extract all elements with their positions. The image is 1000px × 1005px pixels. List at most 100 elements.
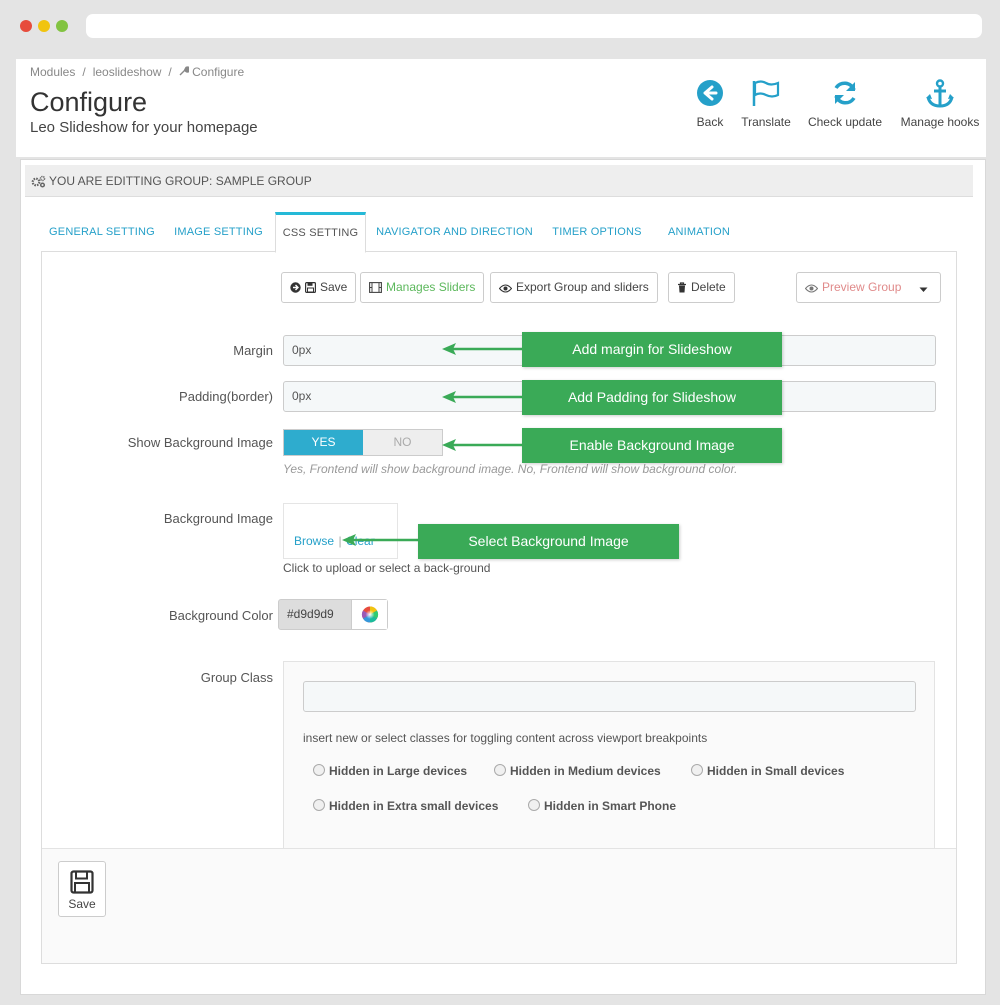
page-header: Modules / leoslideshow / Configure Configur… bbox=[16, 59, 986, 157]
callout-arrow-bg-select bbox=[342, 534, 420, 546]
breadcrumb: Modules / leoslideshow / Configure bbox=[30, 65, 245, 79]
tab-animation[interactable]: ANIMATION bbox=[653, 212, 745, 252]
anchor-icon bbox=[898, 79, 982, 109]
option-hidden-extra-small[interactable]: Hidden in Extra small devices bbox=[313, 799, 498, 813]
callout-margin: Add margin for Slideshow bbox=[522, 332, 782, 367]
footer-save-label: Save bbox=[68, 897, 96, 911]
group-heading-text: YOU ARE EDITTING GROUP: SAMPLE GROUP bbox=[49, 174, 312, 188]
flag-icon bbox=[738, 79, 794, 109]
check-update-button[interactable]: Check update bbox=[806, 79, 884, 129]
refresh-icon bbox=[806, 79, 884, 109]
group-class-help: insert new or select classes for togglin… bbox=[303, 731, 708, 745]
radio-circle[interactable] bbox=[691, 764, 703, 776]
breadcrumb-modules[interactable]: Modules bbox=[30, 65, 75, 79]
tab-general-setting[interactable]: GENERAL SETTING bbox=[41, 212, 163, 252]
option-hidden-small[interactable]: Hidden in Small devices bbox=[691, 764, 844, 778]
callout-bg-enable: Enable Background Image bbox=[522, 428, 782, 463]
translate-button[interactable]: Translate bbox=[738, 79, 794, 129]
manage-hooks-button[interactable]: Manage hooks bbox=[898, 79, 982, 129]
export-button[interactable]: Export Group and sliders bbox=[490, 272, 658, 303]
gears-icon bbox=[31, 174, 49, 188]
option-hidden-smart-phone[interactable]: Hidden in Smart Phone bbox=[528, 799, 676, 813]
arrow-left-circle-icon bbox=[692, 79, 728, 109]
radio-circle[interactable] bbox=[494, 764, 506, 776]
option-hidden-large[interactable]: Hidden in Large devices bbox=[313, 764, 467, 778]
option-label: Hidden in Small devices bbox=[707, 764, 845, 778]
callout-padding: Add Padding for Slideshow bbox=[522, 380, 782, 415]
group-class-box: insert new or select classes for togglin… bbox=[283, 661, 935, 852]
bg-image-label: Background Image bbox=[163, 511, 273, 526]
content-panel: YOU ARE EDITTING GROUP: SAMPLE GROUP GEN… bbox=[20, 159, 986, 995]
color-wheel-icon[interactable] bbox=[351, 600, 387, 629]
tab-timer-options[interactable]: TIMER OPTIONS bbox=[541, 212, 653, 252]
bg-color-value[interactable]: #d9d9d9 bbox=[279, 600, 351, 629]
switch-yes[interactable]: YES bbox=[284, 430, 363, 455]
css-setting-form: Save Manages Sliders Export Group and sl… bbox=[41, 252, 957, 964]
form-footer: Save bbox=[42, 848, 956, 963]
radio-circle[interactable] bbox=[313, 764, 325, 776]
padding-label: Padding(border) bbox=[179, 389, 273, 404]
group-class-input[interactable] bbox=[303, 681, 916, 712]
manage-hooks-label: Manage hooks bbox=[900, 115, 980, 129]
radio-circle[interactable] bbox=[313, 799, 325, 811]
back-button[interactable]: Back bbox=[692, 79, 728, 129]
bg-image-upload: Browse | Clear bbox=[283, 503, 398, 559]
option-label: Hidden in Large devices bbox=[329, 764, 468, 778]
tab-bar: GENERAL SETTING IMAGE SETTING CSS SETTIN… bbox=[41, 212, 957, 253]
address-bar[interactable] bbox=[86, 14, 982, 38]
bg-color-picker[interactable]: #d9d9d9 bbox=[278, 599, 388, 630]
window-maximize-dot[interactable] bbox=[56, 20, 68, 32]
option-hidden-medium[interactable]: Hidden in Medium devices bbox=[494, 764, 661, 778]
floppy-icon bbox=[59, 870, 105, 894]
tab-css-setting[interactable]: CSS SETTING bbox=[275, 212, 366, 253]
eye-icon bbox=[804, 280, 822, 294]
page-title: Configure bbox=[30, 87, 148, 117]
translate-label: Translate bbox=[741, 115, 791, 129]
floppy-icon bbox=[305, 280, 320, 294]
show-bg-switch[interactable]: YES NO bbox=[283, 429, 443, 456]
bg-image-note: Click to upload or select a back-ground bbox=[283, 561, 491, 575]
save-button-label: Save bbox=[320, 280, 348, 294]
breadcrumb-leoslideshow[interactable]: leoslideshow bbox=[93, 65, 162, 79]
radio-circle[interactable] bbox=[528, 799, 540, 811]
option-label: Hidden in Smart Phone bbox=[544, 799, 677, 813]
window-minimize-dot[interactable] bbox=[38, 20, 50, 32]
preview-group-button[interactable]: Preview Group bbox=[796, 272, 941, 303]
browser-chrome bbox=[0, 0, 1000, 52]
show-bg-help: Yes, Frontend will show background image… bbox=[283, 462, 738, 476]
delete-button[interactable]: Delete bbox=[668, 272, 735, 303]
film-icon bbox=[369, 280, 386, 294]
manages-sliders-label: Manages Sliders bbox=[386, 280, 476, 294]
callout-arrow-bg-enable bbox=[442, 439, 524, 451]
eye-icon bbox=[498, 280, 516, 294]
callout-arrow-padding bbox=[442, 391, 524, 403]
delete-label: Delete bbox=[691, 280, 726, 294]
back-label: Back bbox=[696, 115, 724, 129]
tab-navigator-direction[interactable]: NAVIGATOR AND DIRECTION bbox=[368, 212, 541, 252]
group-heading: YOU ARE EDITTING GROUP: SAMPLE GROUP bbox=[25, 165, 973, 197]
callout-bg-select: Select Background Image bbox=[418, 524, 679, 559]
option-label: Hidden in Medium devices bbox=[510, 764, 661, 778]
margin-label: Margin bbox=[233, 343, 273, 358]
option-label: Hidden in Extra small devices bbox=[329, 799, 499, 813]
trash-icon bbox=[677, 280, 691, 294]
check-update-label: Check update bbox=[807, 115, 883, 129]
arrow-circle-icon bbox=[290, 280, 305, 294]
window-close-dot[interactable] bbox=[20, 20, 32, 32]
manages-sliders-button[interactable]: Manages Sliders bbox=[360, 272, 485, 303]
wrench-icon bbox=[179, 65, 191, 79]
footer-save-button[interactable]: Save bbox=[58, 861, 106, 917]
tab-image-setting[interactable]: IMAGE SETTING bbox=[163, 212, 274, 252]
breadcrumb-current: Configure bbox=[192, 65, 245, 79]
export-label: Export Group and sliders bbox=[516, 280, 649, 294]
preview-group-label: Preview Group bbox=[822, 280, 902, 294]
show-bg-label: Show Background Image bbox=[127, 435, 273, 450]
caret-down-icon[interactable] bbox=[919, 273, 932, 302]
callout-arrow-margin bbox=[442, 343, 524, 355]
switch-no[interactable]: NO bbox=[363, 430, 442, 455]
bg-color-label: Background Color bbox=[168, 608, 273, 623]
browse-link[interactable]: Browse bbox=[294, 534, 334, 548]
page-subtitle: Leo Slideshow for your homepage bbox=[30, 119, 258, 136]
save-button[interactable]: Save bbox=[281, 272, 357, 303]
group-class-label: Group Class bbox=[200, 670, 273, 685]
